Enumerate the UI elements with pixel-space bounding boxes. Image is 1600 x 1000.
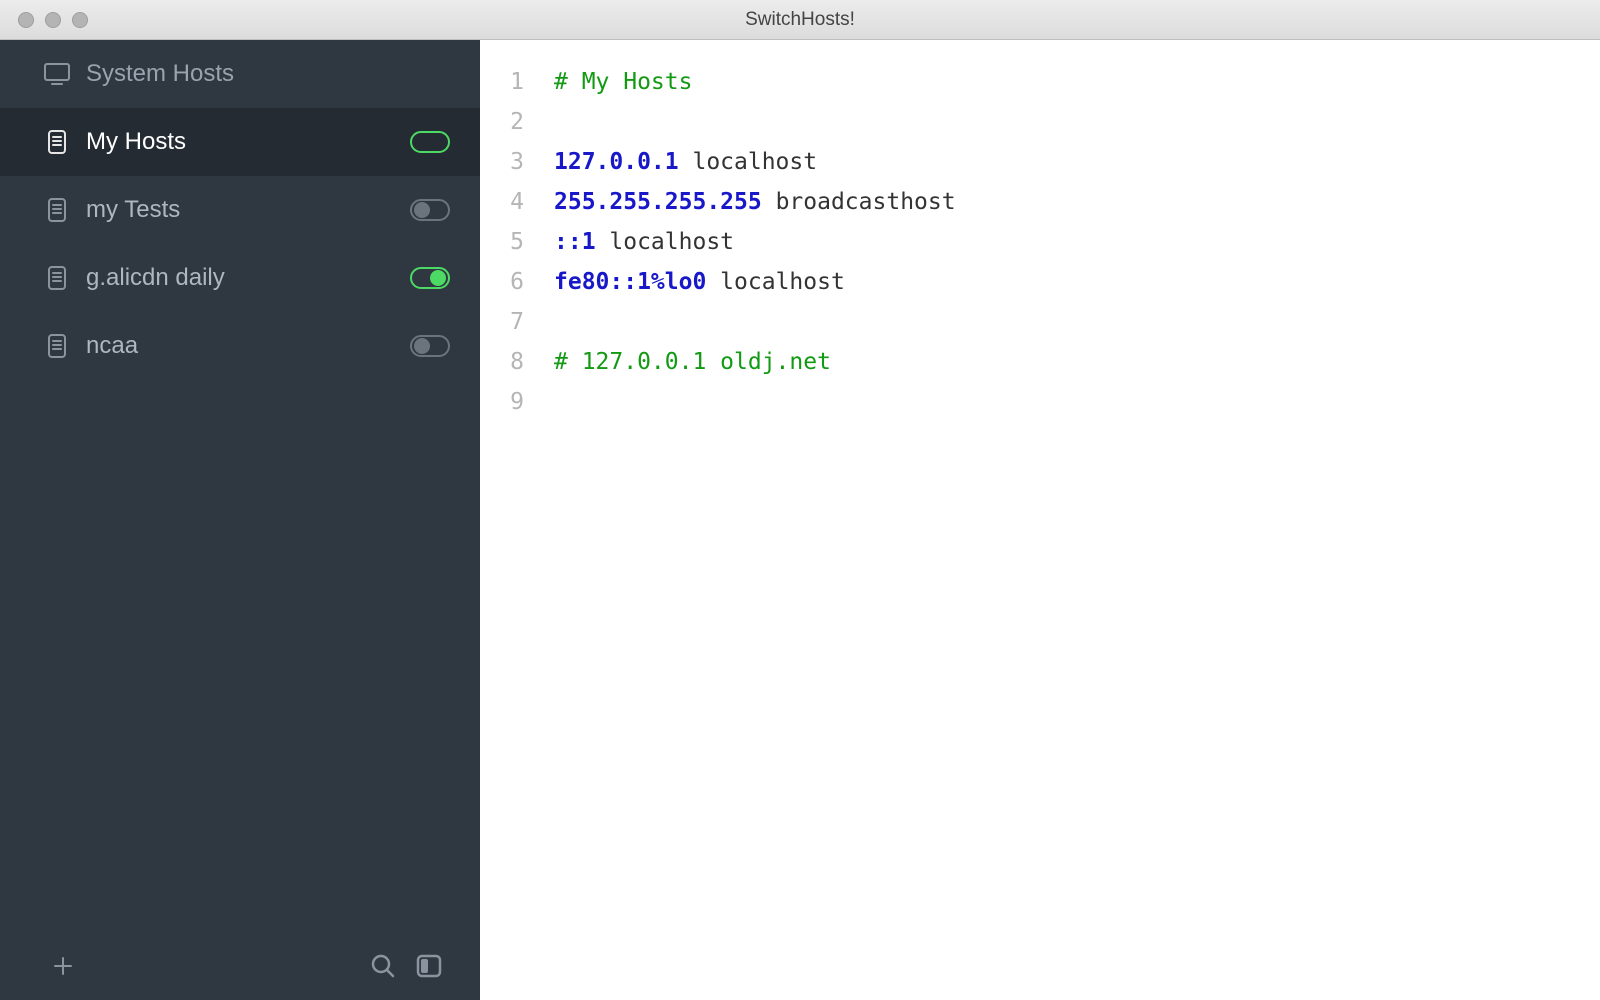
code-line[interactable] [554, 382, 1600, 422]
token: broadcasthost [762, 189, 956, 215]
code-line[interactable]: # 127.0.0.1 oldj.net [554, 342, 1600, 382]
zoom-button[interactable] [72, 12, 88, 28]
sidebar-item-label: System Hosts [86, 60, 450, 88]
code-line[interactable] [554, 102, 1600, 142]
sidebar-item-label: ncaa [86, 332, 410, 360]
code-line[interactable]: # My Hosts [554, 62, 1600, 102]
sidebar-item-4[interactable]: ncaa [0, 312, 480, 380]
sidebar-item-2[interactable]: my Tests [0, 176, 480, 244]
close-button[interactable] [18, 12, 34, 28]
traffic-lights [18, 12, 88, 28]
file-icon [42, 198, 72, 222]
sidebar-item-1[interactable]: My Hosts [0, 108, 480, 176]
code-line[interactable] [554, 302, 1600, 342]
token: localhost [706, 269, 844, 295]
editor[interactable]: 123456789 # My Hosts127.0.0.1 localhost2… [480, 40, 1600, 1000]
token: 127.0.0.1 [554, 149, 679, 175]
toggle-switch[interactable] [410, 131, 450, 153]
code-line[interactable]: fe80::1%lo0 localhost [554, 262, 1600, 302]
line-number: 8 [480, 342, 524, 382]
token: 255.255.255.255 [554, 189, 762, 215]
add-button[interactable] [40, 955, 86, 977]
hosts-list: System Hosts My Hosts my Tests g.alicdn dai… [0, 40, 480, 932]
sidebar-item-label: g.alicdn daily [86, 264, 410, 292]
search-button[interactable] [360, 952, 406, 980]
app-window: SwitchHosts! System Hosts My Hosts my Test… [0, 0, 1600, 1000]
token: # 127.0.0.1 oldj.net [554, 349, 831, 375]
line-number: 3 [480, 142, 524, 182]
file-icon [42, 266, 72, 290]
sidebar: System Hosts My Hosts my Tests g.alicdn dai… [0, 40, 480, 1000]
token: fe80::1%lo0 [554, 269, 706, 295]
line-number: 7 [480, 302, 524, 342]
sidebar-item-3[interactable]: g.alicdn daily [0, 244, 480, 312]
toggle-switch[interactable] [410, 267, 450, 289]
code-area[interactable]: # My Hosts127.0.0.1 localhost255.255.255… [534, 40, 1600, 1000]
sidebar-bottombar [0, 932, 480, 1000]
line-number: 9 [480, 382, 524, 422]
sidebar-item-label: my Tests [86, 196, 410, 224]
token: localhost [596, 229, 734, 255]
minimize-button[interactable] [45, 12, 61, 28]
sidebar-item-0[interactable]: System Hosts [0, 40, 480, 108]
toggle-switch[interactable] [410, 335, 450, 357]
line-gutter: 123456789 [480, 40, 534, 1000]
line-number: 6 [480, 262, 524, 302]
code-line[interactable]: ::1 localhost [554, 222, 1600, 262]
line-number: 2 [480, 102, 524, 142]
line-number: 1 [480, 62, 524, 102]
sidebar-item-label: My Hosts [86, 128, 410, 156]
window-body: System Hosts My Hosts my Tests g.alicdn dai… [0, 40, 1600, 1000]
code-line[interactable]: 255.255.255.255 broadcasthost [554, 182, 1600, 222]
file-icon [42, 334, 72, 358]
titlebar: SwitchHosts! [0, 0, 1600, 40]
token: localhost [679, 149, 817, 175]
panel-toggle-button[interactable] [406, 953, 452, 979]
line-number: 5 [480, 222, 524, 262]
line-number: 4 [480, 182, 524, 222]
file-icon [42, 130, 72, 154]
toggle-switch[interactable] [410, 199, 450, 221]
token: ::1 [554, 229, 596, 255]
monitor-icon [42, 63, 72, 85]
window-title: SwitchHosts! [0, 9, 1600, 31]
code-line[interactable]: 127.0.0.1 localhost [554, 142, 1600, 182]
token: # My Hosts [554, 69, 692, 95]
